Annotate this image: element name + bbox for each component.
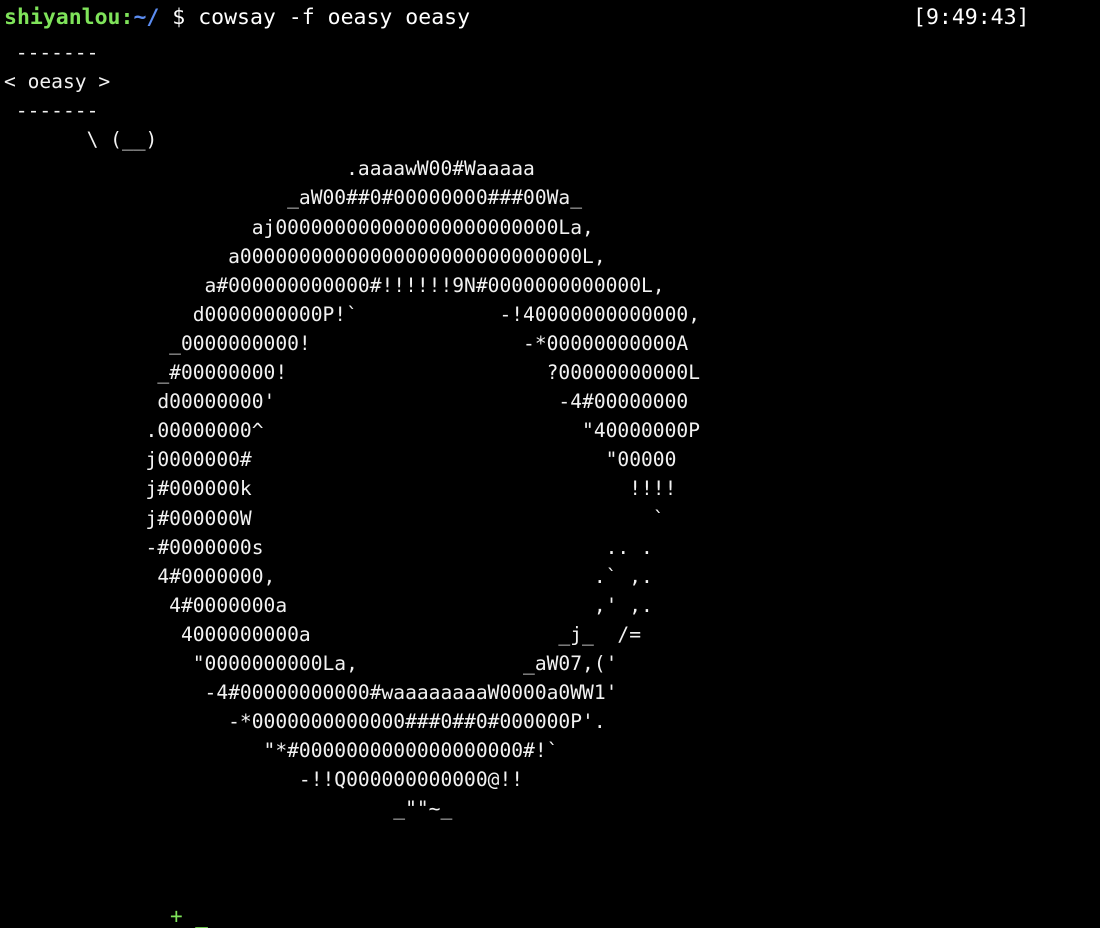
- prompt-user: shiyanlou: [4, 5, 121, 30]
- output-line: \ (__): [4, 128, 158, 152]
- output-line: _#00000000! ?00000000000L: [4, 361, 700, 385]
- output-line: _aW00##0#00000000###00Wa_: [4, 186, 583, 210]
- output-line: j#000000W `: [4, 506, 665, 530]
- output-line: _0000000000! -*00000000000A: [4, 331, 689, 355]
- prompt-path: ~/: [133, 5, 160, 30]
- output-line: -------: [4, 41, 99, 64]
- output-line: aj000000000000000000000000La,: [4, 215, 594, 239]
- output-line: d0000000000P!` -!40000000000000,: [4, 302, 700, 326]
- output-line: -4#00000000000#waaaaaaaaW0000a0WW1': [4, 681, 618, 705]
- output-line: .aaaawW00#Waaaaa: [4, 157, 535, 181]
- output-line: .00000000^ "40000000P: [4, 419, 700, 443]
- prompt-symbol: $: [172, 5, 186, 30]
- output-line: "*#0000000000000000000#!`: [4, 739, 559, 763]
- output-line: -*0000000000000###0##0#000000P'.: [4, 710, 606, 734]
- output-line: j#000000k !!!!: [4, 477, 677, 501]
- output-line: -#0000000s .. .: [4, 535, 653, 559]
- command-prompt-line: shiyanlou:~/ $ cowsay -f oeasy oeasy: [4, 2, 470, 33]
- output-line: j0000000# "00000: [4, 448, 677, 472]
- prompt-separator: :: [120, 5, 134, 30]
- terminal-window[interactable]: shiyanlou:~/ $ cowsay -f oeasy oeasy [9:…: [0, 0, 1100, 927]
- output-line: _""~_: [4, 797, 453, 821]
- prompt-timestamp: [9:49:43]: [913, 5, 1030, 30]
- output-line: 4#0000000, .` ,.: [4, 564, 653, 588]
- output-line: -------: [4, 99, 99, 123]
- command-output: ------- < oeasy > ------- \ (__) .aaaawW0…: [4, 38, 700, 824]
- output-line: -!!Q000000000000@!!: [4, 768, 524, 792]
- output-line: a#000000000000#!!!!!!9N#0000000000000L,: [4, 273, 665, 297]
- output-line: 4#0000000a ,' ,.: [4, 593, 653, 617]
- output-line: "0000000000La, _aW07,(': [4, 651, 618, 675]
- output-line: d00000000' -4#00000000: [4, 390, 689, 414]
- next-prompt-fragment: + _: [170, 904, 208, 928]
- output-line: < oeasy >: [4, 70, 111, 94]
- command-text: cowsay -f oeasy oeasy: [198, 5, 471, 30]
- output-line: a00000000000000000000000000000L,: [4, 244, 606, 268]
- output-line: 4000000000a _j_ /=: [4, 622, 642, 646]
